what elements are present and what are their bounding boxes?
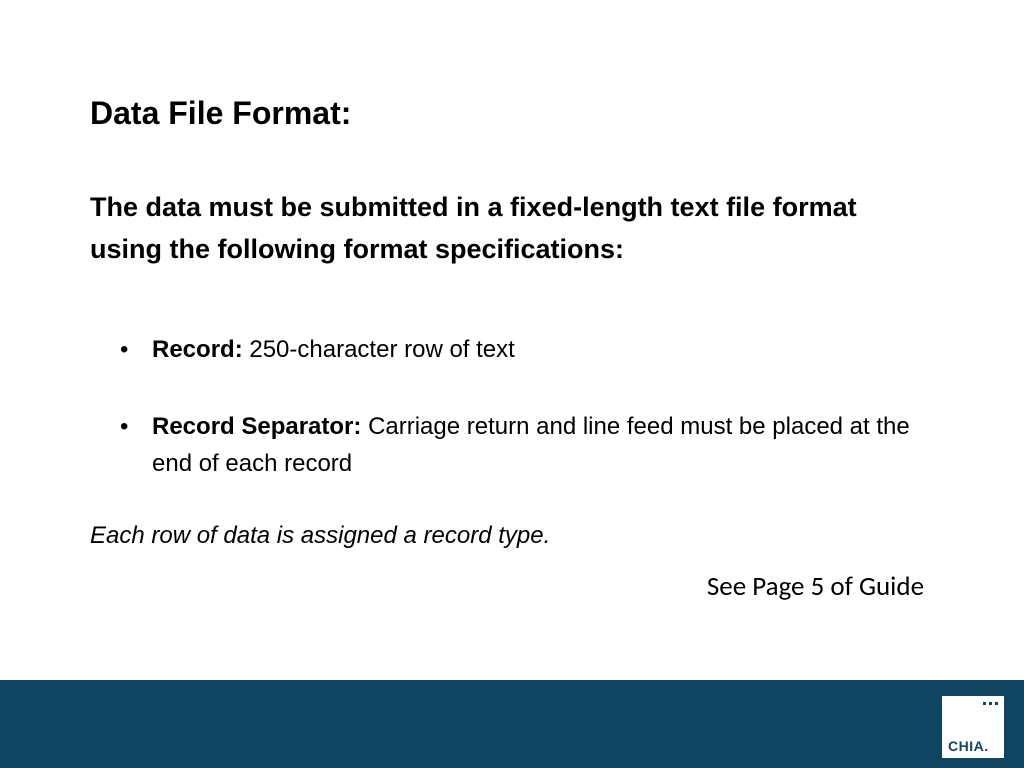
slide-subtitle: The data must be submitted in a fixed-le… <box>90 187 934 271</box>
bullet-list: Record: 250-character row of text Record… <box>90 331 934 483</box>
logo-text: CHIA. <box>948 738 989 754</box>
bullet-label: Record: <box>152 336 249 363</box>
logo-dots-icon <box>948 702 998 705</box>
slide-title: Data File Format: <box>90 95 934 132</box>
slide-content: Data File Format: The data must be submi… <box>0 0 1024 603</box>
bullet-text: 250-character row of text <box>249 336 514 363</box>
page-reference: See Page 5 of Guide <box>90 570 934 603</box>
footer-bar: CHIA. <box>0 680 1024 768</box>
note-text: Each row of data is assigned a record ty… <box>90 522 934 550</box>
bullet-item: Record: 250-character row of text <box>120 331 934 368</box>
bullet-label: Record Separator: <box>152 413 368 440</box>
bullet-item: Record Separator: Carriage return and li… <box>120 408 934 482</box>
chia-logo: CHIA. <box>942 696 1004 758</box>
